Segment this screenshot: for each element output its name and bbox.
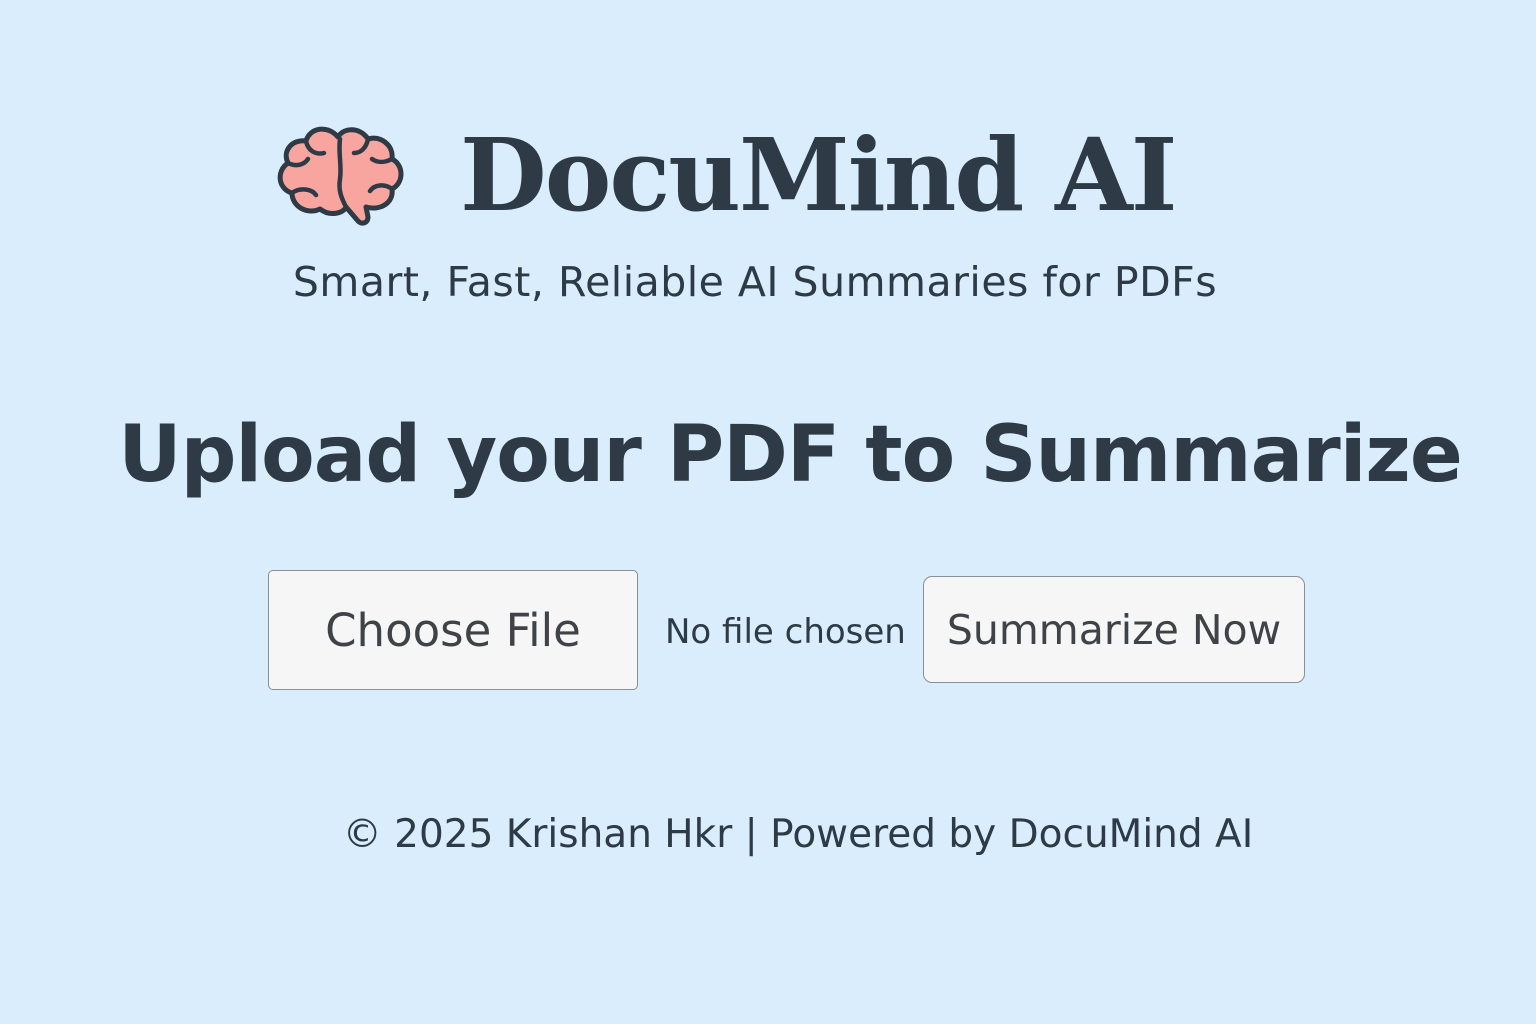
file-status-text: No file chosen: [665, 612, 906, 652]
upload-heading: Upload your PDF to Summarize: [118, 410, 1462, 500]
tagline: Smart, Fast, Reliable AI Summaries for P…: [292, 258, 1218, 306]
brand-header: DocuMind AI: [276, 112, 1177, 238]
choose-file-button[interactable]: Choose File: [268, 570, 638, 690]
summarize-now-button[interactable]: Summarize Now: [923, 576, 1305, 683]
brain-icon: [277, 126, 404, 226]
app-title: DocuMind AI: [460, 116, 1177, 234]
footer-text: © 2025 Krishan Hkr | Powered by DocuMind…: [342, 812, 1254, 857]
